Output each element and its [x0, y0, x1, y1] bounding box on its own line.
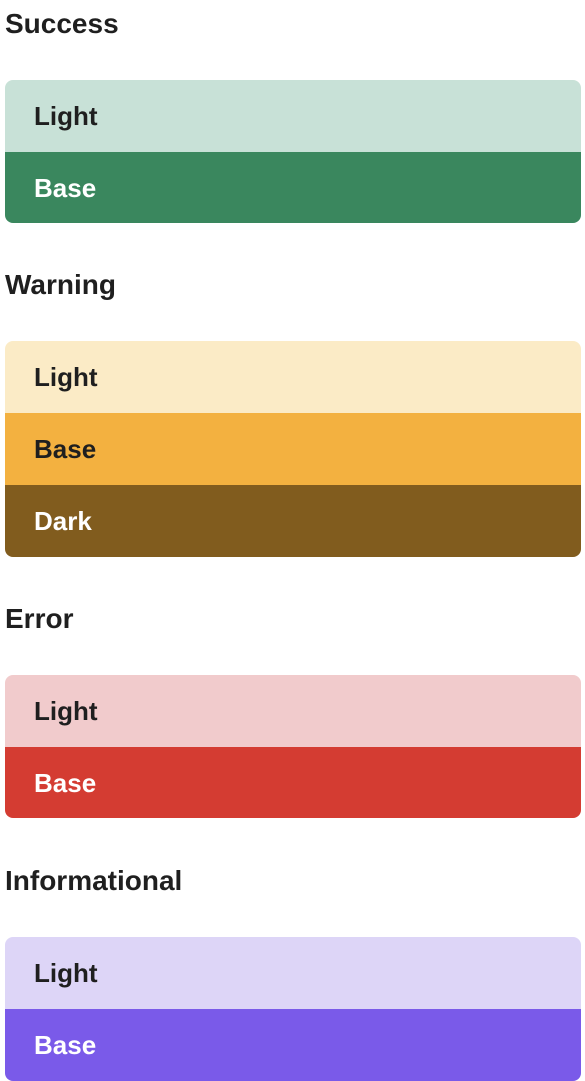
informational-palette: Light Base	[5, 937, 581, 1081]
error-palette: Light Base	[5, 675, 581, 818]
error-title: Error	[5, 603, 74, 634]
informational-base-swatch: Base	[5, 1009, 581, 1081]
informational-title: Informational	[5, 865, 183, 896]
informational-group: Informational Light Base	[5, 865, 581, 1081]
success-group: Success Light Base	[5, 8, 581, 223]
success-light-swatch: Light	[5, 80, 581, 152]
informational-light-swatch: Light	[5, 937, 581, 1009]
warning-palette: Light Base Dark	[5, 341, 581, 557]
success-palette: Light Base	[5, 80, 581, 223]
success-base-swatch: Base	[5, 152, 581, 223]
error-light-swatch: Light	[5, 675, 581, 747]
warning-base-swatch: Base	[5, 413, 581, 485]
warning-group: Warning Light Base Dark	[5, 269, 581, 557]
warning-dark-swatch: Dark	[5, 485, 581, 557]
success-title: Success	[5, 8, 119, 39]
warning-light-swatch: Light	[5, 341, 581, 413]
warning-title: Warning	[5, 269, 116, 300]
error-base-swatch: Base	[5, 747, 581, 818]
error-group: Error Light Base	[5, 603, 581, 818]
